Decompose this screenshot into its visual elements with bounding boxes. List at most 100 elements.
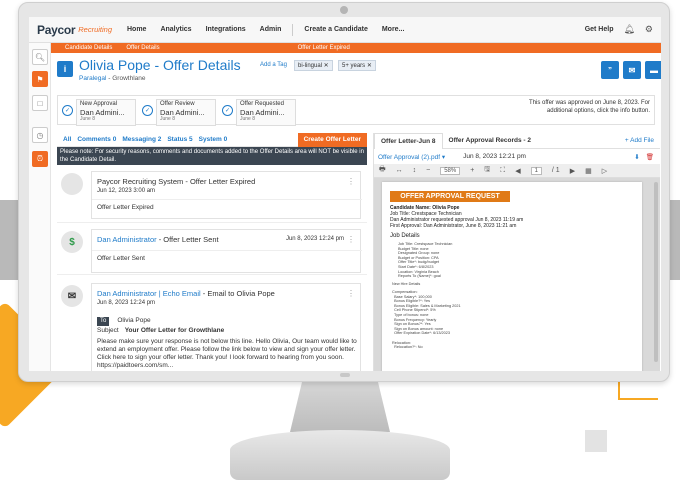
- dollar-icon: $: [61, 231, 83, 253]
- quote-icon[interactable]: ”: [601, 61, 619, 79]
- chat-icon[interactable]: ▬: [645, 61, 661, 79]
- add-tag-link[interactable]: Add a Tag: [260, 62, 287, 68]
- workflow-step-person: Dan Admini...: [240, 107, 285, 117]
- tab-messaging[interactable]: Messaging 2: [122, 136, 161, 143]
- more-options-icon[interactable]: ⋮: [347, 289, 355, 298]
- search-icon[interactable]: 🔍︎: [32, 49, 48, 65]
- prev-page-icon[interactable]: ◀: [515, 167, 520, 175]
- file-select[interactable]: Offer Approval (2).pdf ▾: [378, 153, 445, 161]
- fit-height-icon[interactable]: ↕: [413, 167, 417, 174]
- nav-analytics[interactable]: Analytics: [160, 26, 191, 33]
- file-bar: Offer Approval (2).pdf ▾ Jun 8, 2023 12:…: [374, 150, 660, 163]
- next-page-icon[interactable]: ▶: [570, 167, 575, 175]
- paycor-logo[interactable]: Paycor: [37, 23, 76, 37]
- monitor-stand-neck: [290, 382, 390, 432]
- offer-details-link[interactable]: Offer Details: [126, 45, 159, 51]
- workflow-step[interactable]: ✓ Offer Review Dan Admini... June 8: [142, 99, 216, 126]
- zoom-select[interactable]: 58%: [440, 166, 461, 175]
- check-icon: ✓: [142, 105, 153, 116]
- more-options-icon[interactable]: ⋮: [347, 235, 355, 244]
- pdf-section-title: New Hire Details: [392, 282, 421, 286]
- pdf-scrollbar[interactable]: [654, 182, 658, 362]
- pdf-line: First Approval: Dan Administrator, June …: [390, 223, 517, 229]
- add-file-link[interactable]: + Add File: [625, 137, 654, 144]
- avatar: [61, 173, 83, 195]
- download-icon[interactable]: ⬇: [634, 153, 639, 161]
- flag-icon[interactable]: ⚑: [32, 71, 48, 87]
- email-icon[interactable]: ✉: [623, 61, 641, 79]
- monitor-chin: [340, 373, 350, 377]
- feed-body: Offer Letter Expired: [92, 199, 362, 215]
- get-help-link[interactable]: Get Help: [585, 26, 614, 33]
- candidate-details-link[interactable]: Candidate Details: [65, 45, 112, 51]
- alarm-icon[interactable]: ⏰︎: [32, 151, 48, 167]
- nav-more[interactable]: More...: [382, 26, 405, 33]
- create-offer-letter-button[interactable]: Create Offer Letter: [297, 132, 367, 147]
- nav-admin[interactable]: Admin: [260, 26, 282, 33]
- approval-note: This offer was approved on June 8, 2023.…: [529, 100, 650, 114]
- workflow-step-card: Offer Requested Dan Admini... June 8: [236, 99, 296, 126]
- feed-title: Paycor Recruiting System - Offer Letter …: [97, 177, 256, 186]
- workflow-step-card: Offer Review Dan Admini... June 8: [156, 99, 216, 126]
- tab-system[interactable]: System 0: [199, 136, 228, 143]
- page-total: / 1: [551, 167, 560, 174]
- tab-status[interactable]: Status 5: [167, 136, 192, 143]
- tab-offer-approval-records[interactable]: Offer Approval Records - 2: [443, 133, 537, 149]
- nav-create-candidate[interactable]: Create a Candidate: [304, 26, 367, 33]
- feed-title: Dan Administrator - Offer Letter Sent: [97, 235, 219, 244]
- clock-icon[interactable]: ◷: [32, 127, 48, 143]
- marketing-stage: Paycor Recruiting Home Analytics Integra…: [0, 0, 680, 494]
- print-icon[interactable]: 🖶︎: [379, 165, 386, 176]
- author-link[interactable]: Dan Administrator: [97, 235, 157, 244]
- nav-right-group: Get Help 🔔︎ ⚙: [585, 24, 653, 35]
- workflow-step-date: June 8: [80, 116, 96, 122]
- more-options-icon[interactable]: ⋮: [347, 177, 355, 186]
- monitor-stand-base: [230, 430, 450, 480]
- feed-item: ✉ Dan Administrator | Echo Email - Email…: [57, 279, 367, 371]
- save-icon[interactable]: 🖫︎: [484, 165, 490, 176]
- email-message: Please make sure your response is not be…: [97, 338, 357, 369]
- pdf-viewer[interactable]: OFFER APPROVAL REQUEST Candidate Name: O…: [374, 178, 660, 371]
- nav-home[interactable]: Home: [127, 26, 146, 33]
- subject-label: Subject: [97, 327, 119, 334]
- tag-chip[interactable]: 5+ years ✕: [338, 60, 376, 71]
- feed-date: Jun 12, 2023 3:00 am: [97, 188, 156, 194]
- info-icon[interactable]: i: [57, 61, 73, 77]
- decorative-gray-square: [585, 430, 607, 452]
- author-link[interactable]: Dan Administrator | Echo Email: [97, 289, 201, 298]
- tab-comments[interactable]: Comments 0: [77, 136, 116, 143]
- tab-offer-letter[interactable]: Offer Letter-Jun 8: [374, 132, 443, 149]
- fit-width-icon[interactable]: ↔: [396, 167, 403, 174]
- documents-panel: Offer Letter-Jun 8 Offer Approval Record…: [373, 132, 660, 371]
- workflow-step[interactable]: ✓ Offer Requested Dan Admini... June 8: [222, 99, 296, 126]
- to-value: Olivia Pope: [117, 317, 151, 324]
- page-input[interactable]: 1: [530, 166, 542, 175]
- trash-icon[interactable]: 🗑︎: [646, 153, 654, 161]
- workflow-step[interactable]: ✓ New Approval Dan Admini... June 8: [62, 99, 136, 126]
- left-rail: 🔍︎ ⚑ □ ◷ ⏰︎: [29, 43, 51, 371]
- nav-integrations[interactable]: Integrations: [206, 26, 246, 33]
- gear-icon[interactable]: ⚙: [645, 24, 653, 35]
- zoom-out-icon[interactable]: −: [426, 167, 430, 174]
- bell-icon[interactable]: 🔔︎: [623, 24, 634, 35]
- activity-panel: All Comments 0 Messaging 2 Status 5 Syst…: [57, 132, 367, 371]
- nav-divider: [292, 23, 294, 36]
- tab-all[interactable]: All: [63, 136, 71, 143]
- feed-title-text: - Offer Letter Sent: [156, 235, 219, 244]
- feed-item: Paycor Recruiting System - Offer Letter …: [57, 167, 367, 223]
- tag-chip[interactable]: bi-lingual ✕: [294, 60, 333, 71]
- zoom-in-icon[interactable]: +: [470, 167, 474, 174]
- grid-view-icon[interactable]: ▦: [585, 167, 592, 175]
- approval-workflow: ✓ New Approval Dan Admini... June 8 ✓ Of…: [57, 95, 655, 126]
- email-body: To Olivia Pope Subject Your Offer Letter f…: [92, 312, 360, 371]
- sidebar-toggle-icon[interactable]: ▷: [602, 167, 607, 175]
- fullscreen-icon[interactable]: ⛶: [500, 167, 505, 175]
- pdf-details: Job Title: Crestspace Technician Budget …: [398, 242, 453, 279]
- feed-title: Dan Administrator | Echo Email - Email t…: [97, 289, 275, 298]
- candidate-subtitle: Paralegal - Growthlane: [79, 75, 146, 82]
- subject-value: Your Offer Letter for Growthlane: [124, 327, 225, 334]
- folder-icon[interactable]: □: [32, 95, 48, 111]
- offer-breadcrumb-bar: Candidate Details Offer Details Offer Le…: [51, 43, 661, 53]
- job-title-link[interactable]: Paralegal: [79, 75, 106, 82]
- feed-card: Dan Administrator | Echo Email - Email t…: [91, 283, 361, 371]
